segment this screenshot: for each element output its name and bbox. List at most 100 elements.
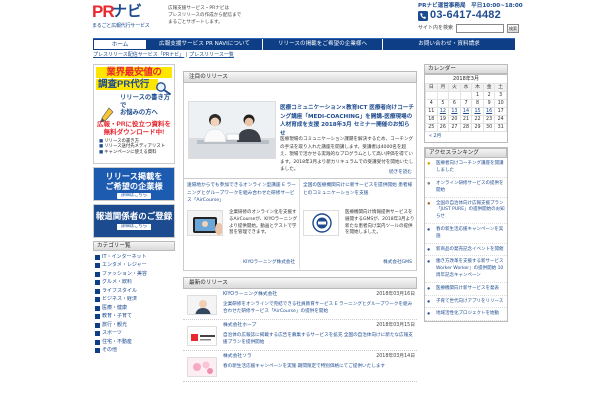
category-item[interactable]: 教育・子育て [95,313,175,322]
ranking-item[interactable]: ● 医療機関向け新サービスを発表 [425,283,507,296]
calendar-day: 3 [494,91,507,100]
feature-title[interactable]: 医療コミュニケーション×教育ICT 医療者向けコーチング講座「MEDI-COAC… [280,104,414,138]
category-bullet-icon [95,263,100,269]
calendar-day: 30 [482,123,496,132]
category-item[interactable]: ライフスタイル [95,287,175,296]
calendar-day[interactable]: 12 [436,107,450,116]
calendar-weekday: 日 [425,83,438,92]
pickup-title[interactable]: 遠隔地からでも参加できるオンライン型講座 E ラーニングとグループワークを組み合… [187,182,298,205]
site-header: PR ナビ まるごと広報代行サービス 広報支援サービス・PRナビは プレスリリー… [0,0,600,38]
ranking-item[interactable]: ● 全国の自治体向け広報支援プラン 「JUST PURE」の提供開始のお知らせ [425,198,507,225]
site-logo[interactable]: PR ナビ まるごと広報代行サービス [92,3,156,33]
calendar-day: 21 [459,115,473,124]
release-company[interactable]: 株式会社ソラ [223,354,252,360]
calendar-day[interactable]: 14 [459,107,473,116]
ranking-item[interactable]: ● 医療者向けコーチング講座を開講しました [425,158,507,179]
phone-icon [418,10,428,21]
calendar-day [425,91,438,100]
pickup-thumbnail[interactable] [187,210,223,236]
release-title[interactable]: 春の新生活応援キャンペーンを実施 期間限定で特別価格にてご提供いたします [223,363,415,370]
magnifier-icon [156,82,171,95]
pickup-company[interactable]: 株式会社GMS [383,260,412,266]
category-item[interactable]: 旅行・観光 [95,321,175,330]
nav-home[interactable]: ホーム [93,39,147,50]
ranking-item[interactable]: ● 子育て世代向けアプリをリリース [425,296,507,309]
category-bullet-icon [95,288,100,294]
release-date: 2018年03月15日 [376,323,415,328]
banner-cheapest-line3b: お悩みの方へ [120,109,158,116]
search-input[interactable] [456,24,505,33]
category-label: ファッション・美容 [102,270,148,277]
ranking-item[interactable]: ● オンライン研修サービスの提供を開始 [425,178,507,198]
calendar-day: 26 [436,123,450,132]
calendar-day[interactable]: 13 [448,107,461,116]
banner-cheapest-line4b: 無料ダウンロード中! [103,128,165,136]
category-item[interactable]: エンタメ・レジャー [95,262,175,271]
release-date: 2018年03月14日 [376,354,415,359]
feature-body: 医療現場のコミュニケーション課題を解決するため、コーチングの手法を取り入れた講座… [280,137,414,172]
release-thumbnail[interactable] [187,326,217,346]
calendar-weekday: 金 [482,83,496,92]
category-item[interactable]: ビジネス・経済 [95,296,175,305]
pickup-thumbnail[interactable] [303,210,339,236]
nav-contact[interactable]: お問い合わせ・資料請求 [383,39,515,50]
search-button[interactable]: 検索 [507,24,520,33]
ranking-title: 地域活性化プロジェクトを始動 [436,311,499,317]
ranking-title: 働き方改革を支援する新サービス Worker Worker」の提供開始 10 周… [436,259,504,279]
release-title[interactable]: 企業研修をオンラインで完結できる社員教育サービス E ラーニングとグループワーク… [223,301,415,315]
calendar-day[interactable]: 16 [482,107,496,116]
banner-release-request[interactable]: リリース掲載を ご希望の企業様 詳細はこちら [93,167,175,201]
category-item[interactable]: スポーツ [95,330,175,339]
rank-medal-icon: ● [427,161,431,168]
category-list: IT・インターネット エンタメ・レジャー ファッション・美容グルメ・飲料 ライフスタイ… [93,251,175,355]
breadcrumb-current[interactable]: プレスリリース一覧 [189,52,234,58]
ranking-item[interactable]: ● 働き方改革を支援する新サービス Worker Worker」の提供開始 10 … [425,256,507,283]
calendar-day[interactable]: 15 [471,107,484,116]
calendar-prev-link[interactable]: « 2月 [425,132,507,142]
calendar-day [436,91,450,100]
release-company[interactable]: 株式会社ホープ [223,323,256,329]
pickup-company[interactable]: KIYOラーニング株式会社 [243,260,295,266]
category-bullet-icon [95,331,100,337]
category-bullet-icon [95,322,100,328]
calendar-week: 18 19 20 21 22 23 24 [425,115,507,124]
release-title[interactable]: 自治体の広報誌に掲載する広告を募集するサービスを拡充 全国の自治体向けに新たな広… [223,332,415,346]
phone-number[interactable]: 03-6417-4482 [430,8,501,23]
category-item[interactable]: 住宅・不動産 [95,338,175,347]
release-company[interactable]: KIYOラーニング株式会社 [223,292,277,298]
ranking-item[interactable]: ● 新商品の発売記念イベントを開催 [425,244,507,257]
calendar: 2018年3月 日月火水木金土 1 2 3 4 5 6 7 8 9 10 11 12 13 14 15 16 1… [424,74,508,144]
breadcrumb-home[interactable]: プレスリリース配信サービス「PRナビ」 [93,52,184,58]
company-logo-illustration [188,327,216,345]
calendar-day: 22 [471,115,484,124]
nav-for-companies[interactable]: リリースの掲載をご希望の企業様へ [263,39,383,50]
category-item[interactable]: IT・インターネット [95,253,175,262]
company-logo-illustration [304,211,338,235]
logo-navi-text: ナビ [112,3,143,20]
nav-about[interactable]: 広報支援サービス PR NAVIについて [147,39,263,50]
calendar-day: 11 [425,107,438,116]
category-item[interactable]: グルメ・飲料 [95,279,175,288]
calendar-day: 31 [494,123,507,132]
rank-medal-icon: ● [427,311,431,318]
release-thumbnail[interactable] [187,295,217,315]
feature-photo[interactable] [188,101,276,159]
ranking-item[interactable]: ● 春の新生活応援キャンペーンを実施 [425,224,507,244]
ranking-item[interactable]: ● 地域活性化プロジェクトを始動 [425,308,507,322]
category-item[interactable]: ファッション・美容 [95,270,175,279]
global-nav: ホーム 広報支援サービス PR NAVIについて リリースの掲載をご希望の企業様… [93,38,515,50]
calendar-day: 17 [494,107,507,116]
category-item[interactable]: その他 [95,347,175,356]
banner-cheapest-pr[interactable]: 業界最安値の 調査PR代行 リリースの書き方で お悩みの方へ 広報・PRに役立つ資… [93,64,175,164]
rank-medal-icon: ● [427,200,431,207]
pickup-title[interactable]: 全国の医療機関向けに新サービスを提供開始 患者様とのコミュニケーションを支援 [303,182,414,197]
release-thumbnail[interactable] [187,357,217,377]
feature-read-more-link[interactable]: 続きを読む [389,170,412,176]
phone-block: 03-6417-4482 [418,9,501,22]
banner-request-line1: リリース掲載を [105,172,163,181]
banner-reporter-registration[interactable]: 報道関係者のご登録 詳細はこちら [93,204,175,238]
ranking-list: ● 医療者向けコーチング講座を開講しました ● オンライン研修サービスの提供を開始 ● 全… [425,158,507,322]
tablet-photo-illustration [188,211,222,235]
category-item[interactable]: 医療・健康 [95,304,175,313]
category-label: ビジネス・経済 [102,296,138,303]
